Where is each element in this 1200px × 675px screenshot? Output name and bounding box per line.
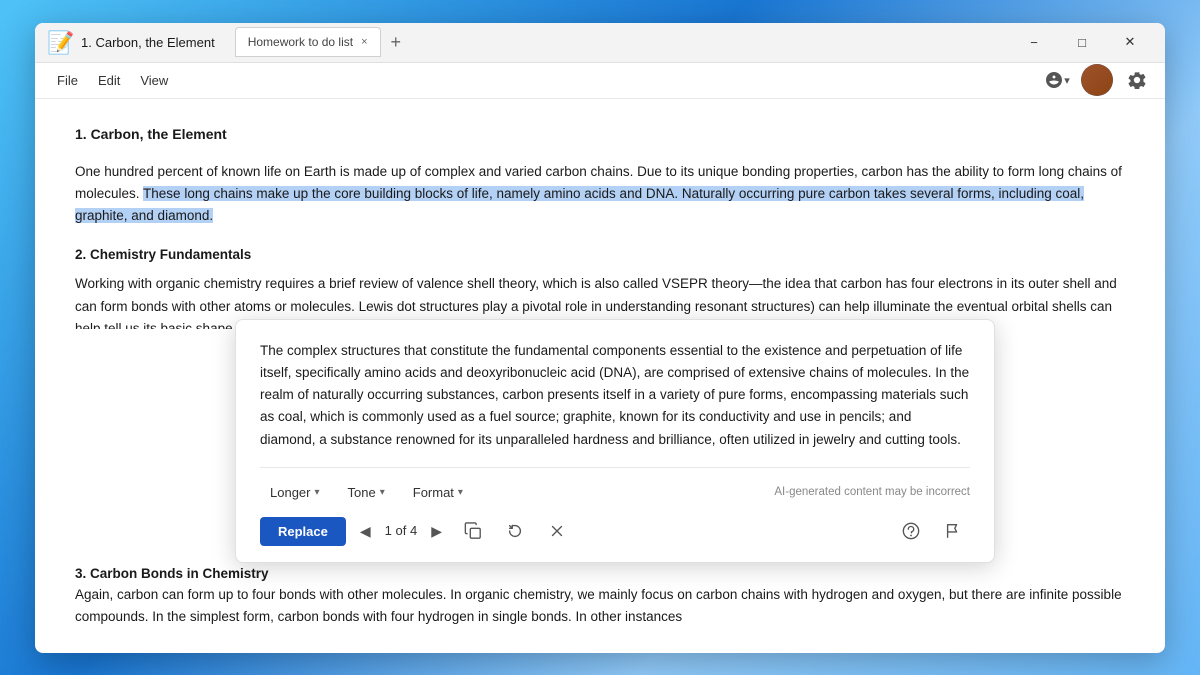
tab-close-icon[interactable]: × (361, 36, 367, 48)
ai-popup-action-bar: Replace ◀ 1 of 4 ▶ (260, 517, 970, 546)
copilot-button[interactable]: ▾ (1041, 64, 1073, 96)
heading-2-text: 2. Chemistry Fundamentals (75, 247, 251, 262)
next-suggestion-button[interactable]: ▶ (425, 519, 448, 544)
app-icon: 📝 (47, 30, 71, 54)
length-chevron-icon: ▾ (314, 487, 319, 498)
settings-button[interactable] (1121, 64, 1153, 96)
ai-popup-text: The complex structures that constitute t… (260, 340, 970, 451)
document-area: 1. Carbon, the Element One hundred perce… (35, 99, 1165, 653)
tone-label: Tone (348, 485, 376, 500)
tab-area: Homework to do list × + (235, 27, 1011, 57)
title-bar: 📝 1. Carbon, the Element Homework to do … (35, 23, 1165, 63)
copy-button[interactable] (456, 518, 490, 544)
tone-chevron-icon: ▾ (380, 487, 385, 498)
report-button[interactable] (936, 518, 970, 544)
format-dropdown[interactable]: Format ▾ (403, 480, 473, 505)
maximize-button[interactable]: □ (1059, 26, 1105, 58)
format-label: Format (413, 485, 454, 500)
prev-suggestion-button[interactable]: ◀ (354, 519, 377, 544)
doc-heading-3: 3. Carbon Bonds in Chemistry (75, 563, 269, 585)
format-chevron-icon: ▾ (458, 487, 463, 498)
avatar-image (1081, 64, 1113, 96)
dismiss-button[interactable] (540, 518, 574, 544)
ai-disclaimer: AI-generated content may be incorrect (774, 483, 970, 501)
user-avatar[interactable] (1081, 64, 1113, 96)
main-window: 📝 1. Carbon, the Element Homework to do … (35, 23, 1165, 653)
tab-homework[interactable]: Homework to do list × (235, 27, 381, 57)
file-menu[interactable]: File (47, 69, 88, 92)
doc-paragraph-3: Again, carbon can form up to four bonds … (75, 584, 1125, 629)
menu-bar: File Edit View ▾ (35, 63, 1165, 99)
close-button[interactable]: ✕ (1107, 26, 1153, 58)
tone-dropdown[interactable]: Tone ▾ (338, 480, 395, 505)
ai-popup-controls: Longer ▾ Tone ▾ Format ▾ AI-generated co… (260, 467, 970, 505)
paragraph-1-highlight: These long chains make up the core build… (75, 186, 1084, 223)
ai-rewrite-popup: The complex structures that constitute t… (235, 319, 995, 563)
regenerate-button[interactable] (498, 518, 532, 544)
add-tab-button[interactable]: + (385, 32, 408, 53)
length-label: Longer (270, 485, 310, 500)
replace-button[interactable]: Replace (260, 517, 346, 546)
window-controls: − □ ✕ (1011, 26, 1153, 58)
doc-heading-1: 1. Carbon, the Element (75, 123, 1125, 145)
view-menu[interactable]: View (130, 69, 178, 92)
doc-heading-2: 2. Chemistry Fundamentals (75, 244, 1125, 266)
minimize-button[interactable]: − (1011, 26, 1057, 58)
page-counter: 1 of 4 (385, 521, 418, 542)
tab-label: Homework to do list (248, 35, 353, 49)
doc-paragraph-1: One hundred percent of known life on Ear… (75, 161, 1125, 228)
feedback-button[interactable] (894, 518, 928, 544)
length-dropdown[interactable]: Longer ▾ (260, 480, 330, 505)
edit-menu[interactable]: Edit (88, 69, 130, 92)
window-title: 1. Carbon, the Element (81, 35, 215, 50)
menu-right-actions: ▾ (1041, 64, 1153, 96)
